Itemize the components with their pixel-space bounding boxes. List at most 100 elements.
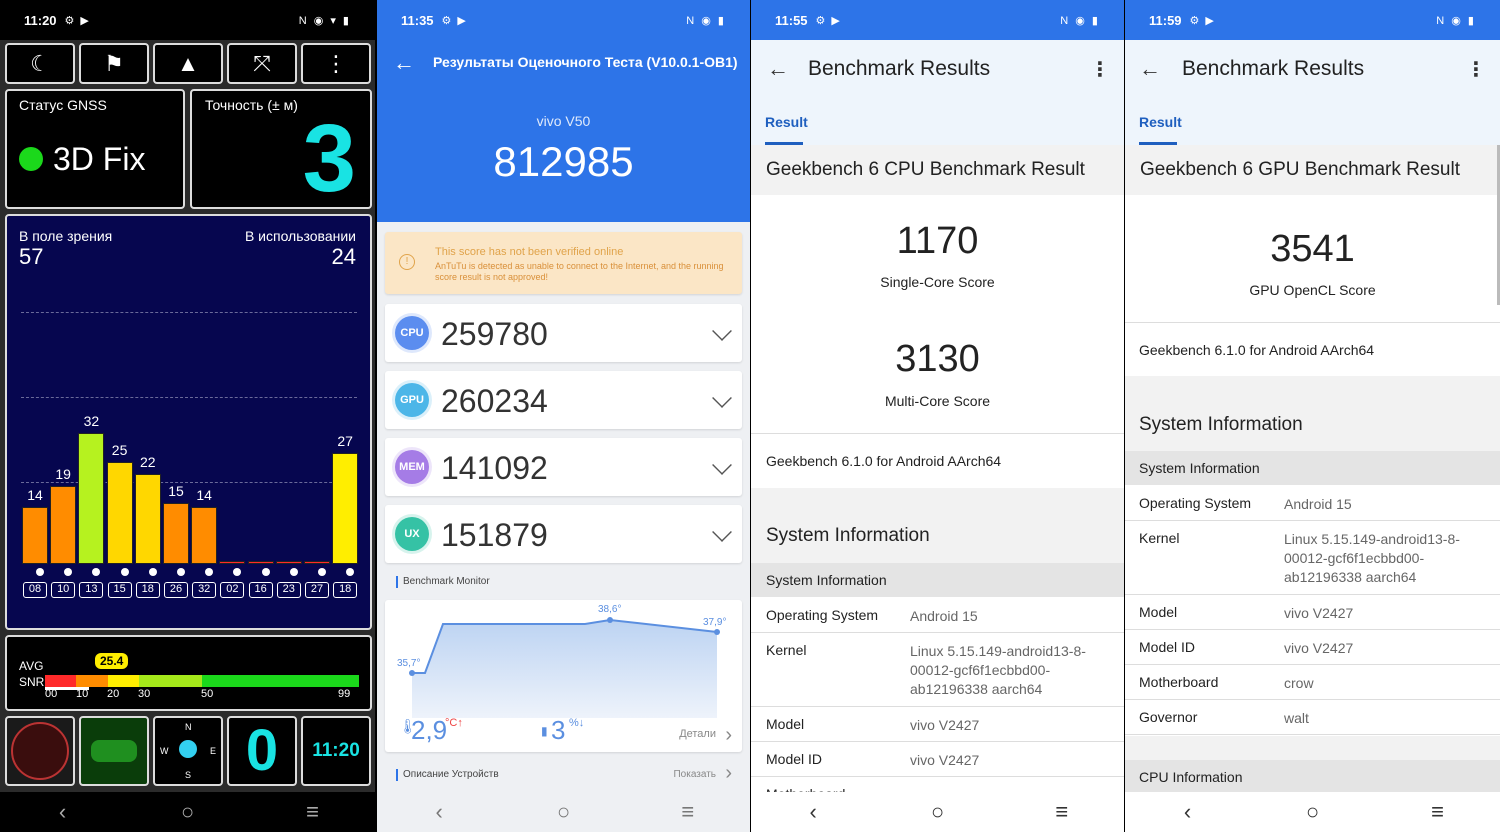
more-button[interactable]: ⋮ bbox=[301, 43, 371, 84]
night-mode-button[interactable]: ☾ bbox=[5, 43, 75, 84]
more-vert-icon[interactable]: ⋮ bbox=[1090, 57, 1110, 82]
info-value: Linux 5.15.149-android13-8-00012-gcf6f1e… bbox=[1284, 531, 1460, 585]
details-link[interactable]: Детали bbox=[679, 728, 716, 740]
status-time: 11:55 bbox=[775, 12, 808, 28]
score-row-gpu[interactable]: GPU 260234 bbox=[385, 371, 742, 429]
moon-icon: ☾ bbox=[30, 50, 50, 76]
snr-scale-label: 50 bbox=[201, 688, 214, 700]
speed-tile[interactable]: 0 bbox=[227, 716, 297, 786]
single-core-score: 1170 bbox=[896, 220, 979, 262]
share-button[interactable]: ⤧ bbox=[227, 43, 297, 84]
in-view-label: В поле зрения bbox=[19, 228, 113, 244]
back-button[interactable]: ‹ bbox=[409, 799, 469, 825]
back-arrow-icon[interactable]: ← bbox=[1139, 56, 1161, 82]
tab-result[interactable]: Result bbox=[1139, 114, 1182, 130]
more-vert-icon[interactable]: ⋮ bbox=[1466, 57, 1486, 82]
chevron-down-icon[interactable] bbox=[712, 455, 732, 475]
recents-button[interactable]: ≡ bbox=[658, 799, 718, 825]
mem-badge: MEM bbox=[395, 450, 429, 484]
status-bar: 11:35 ⚙ ▶ N ◉ ▮ bbox=[377, 0, 750, 40]
page-title: Benchmark Results bbox=[1182, 57, 1365, 80]
snr-bar bbox=[78, 432, 105, 564]
share-icon: ⤧ bbox=[253, 50, 271, 76]
in-use-dot bbox=[346, 568, 355, 576]
home-button[interactable]: ○ bbox=[158, 799, 218, 825]
play-icon: ▶ bbox=[80, 14, 89, 27]
recents-button[interactable]: ≡ bbox=[1032, 799, 1092, 825]
satellite-prn: 13 bbox=[79, 582, 104, 598]
single-core-label: Single-Core Score bbox=[880, 274, 995, 290]
status-bar: 11:59 ⚙ ▶ N ◉ ▮ bbox=[1125, 0, 1500, 40]
back-arrow-icon[interactable]: ← bbox=[767, 56, 789, 82]
sys-info-section: System Information bbox=[1125, 451, 1500, 485]
result-heading: Geekbench 6 CPU Benchmark Result bbox=[751, 145, 1124, 195]
snr-label: SNR bbox=[19, 675, 45, 689]
tab-result[interactable]: Result bbox=[765, 114, 808, 130]
score-value: 259780 bbox=[441, 316, 548, 352]
fix-text: 3D Fix bbox=[53, 141, 146, 177]
score-row-mem[interactable]: MEM 141092 bbox=[385, 438, 742, 496]
status-icons: N ◉ ▮ bbox=[686, 14, 726, 27]
warning-text: AnTuTu is detected as unable to connect … bbox=[435, 261, 724, 282]
chevron-down-icon[interactable] bbox=[712, 388, 732, 408]
chevron-down-icon[interactable] bbox=[712, 522, 732, 542]
info-key: Kernel bbox=[1139, 530, 1180, 546]
score-value: 260234 bbox=[441, 383, 548, 419]
temp-end-label: 37,9° bbox=[703, 617, 727, 628]
info-value: vivo V2427 bbox=[910, 752, 980, 768]
score-row-cpu[interactable]: CPU 259780 bbox=[385, 304, 742, 362]
snr-bar-value: 32 bbox=[83, 412, 100, 429]
back-arrow-icon[interactable]: ← bbox=[393, 50, 415, 76]
in-use-dot bbox=[92, 568, 101, 576]
info-value: vivo V2427 bbox=[910, 717, 980, 733]
warning-title: This score has not been verified online bbox=[435, 246, 624, 258]
result-heading: Geekbench 6 GPU Benchmark Result bbox=[1125, 145, 1500, 195]
clock-value: 11:20 bbox=[312, 740, 360, 761]
home-button[interactable]: ○ bbox=[907, 799, 967, 825]
navigation-lock-button[interactable]: ▲ bbox=[153, 43, 223, 84]
show-link[interactable]: Показать bbox=[673, 769, 716, 780]
version-text: Geekbench 6.1.0 for Android AArch64 bbox=[1139, 342, 1375, 358]
map-lock-button[interactable]: ⚑ bbox=[79, 43, 149, 84]
info-row: Operating System Android 15 bbox=[1125, 486, 1500, 521]
home-button[interactable]: ○ bbox=[533, 799, 593, 825]
settings-icon: ⚙ bbox=[64, 14, 75, 27]
nav-bar: ‹ ○ ≡ bbox=[751, 792, 1124, 832]
snr-bar bbox=[191, 506, 218, 564]
info-key: Motherboard bbox=[1139, 674, 1219, 690]
clock-tile[interactable]: 11:20 bbox=[301, 716, 371, 786]
gpu-badge: GPU bbox=[395, 383, 429, 417]
geekbench-cpu-panel: 11:55 ⚙ ▶ N ◉ ▮ ← Benchmark Results ⋮ Re… bbox=[751, 0, 1124, 832]
chevron-right-icon[interactable]: › bbox=[725, 762, 732, 785]
info-value: Android 15 bbox=[1284, 496, 1352, 512]
divider bbox=[751, 433, 1124, 434]
multi-core-label: Multi-Core Score bbox=[884, 393, 991, 409]
avg-badge: 25.4 bbox=[95, 653, 129, 669]
home-button[interactable]: ○ bbox=[1283, 799, 1343, 825]
in-use-dot bbox=[36, 568, 44, 576]
back-button[interactable]: ‹ bbox=[33, 799, 93, 825]
recents-button[interactable]: ≡ bbox=[1408, 799, 1468, 825]
back-button[interactable]: ‹ bbox=[783, 799, 843, 825]
in-use-value: 24 bbox=[331, 244, 356, 269]
gps-panel: 11:20 ⚙ ▶ N ◉ ▾ ▮ ☾ ⚑ ▲ ⤧ ⋮ Статус GNSS … bbox=[0, 0, 375, 832]
section-marker bbox=[396, 769, 398, 781]
chevron-right-icon[interactable]: › bbox=[725, 724, 732, 747]
snr-scale-label: 20 bbox=[107, 688, 120, 700]
monitor-label: Benchmark Monitor bbox=[403, 576, 490, 587]
world-map-tile[interactable] bbox=[79, 716, 149, 786]
chevron-down-icon[interactable] bbox=[712, 321, 732, 341]
recents-button[interactable]: ≡ bbox=[283, 799, 343, 825]
info-value: vivo V2427 bbox=[1284, 640, 1354, 656]
page-title: Результаты Оценочного Теста (V10.0.1-OB1… bbox=[433, 54, 738, 70]
warning-icon: ! bbox=[399, 254, 415, 270]
info-value: walt bbox=[1284, 710, 1309, 726]
radar-tile[interactable] bbox=[5, 716, 75, 786]
back-button[interactable]: ‹ bbox=[1158, 799, 1218, 825]
version-text: Geekbench 6.1.0 for Android AArch64 bbox=[766, 453, 1002, 469]
compass-tile[interactable]: N W E S bbox=[153, 716, 223, 786]
score-row-ux[interactable]: UX 151879 bbox=[385, 505, 742, 563]
world-map-icon bbox=[91, 740, 137, 762]
in-use-dot bbox=[64, 568, 73, 576]
status-bar: 11:20 ⚙ ▶ N ◉ ▾ ▮ bbox=[0, 0, 375, 40]
